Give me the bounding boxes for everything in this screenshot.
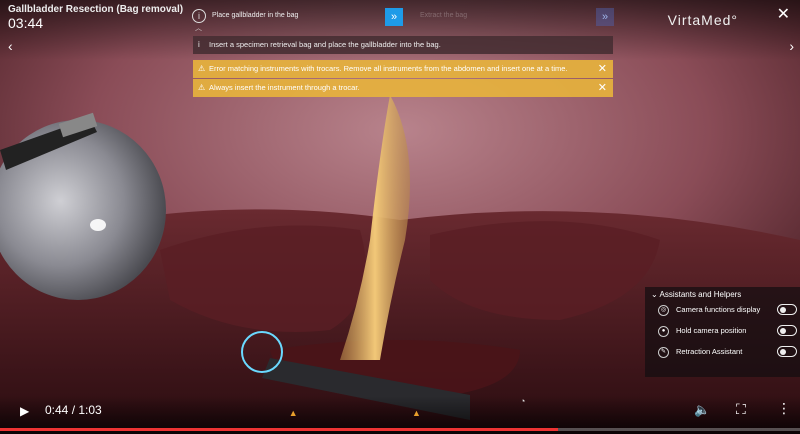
brand-logo: VirtaMed° [667, 12, 738, 28]
info-icon: i [198, 40, 200, 49]
hold-camera-toggle[interactable] [777, 325, 797, 336]
playback-time: 0:44 / 1:03 [45, 403, 102, 417]
warning-icon: ⚠ [198, 83, 206, 92]
lock-icon: ● [658, 326, 669, 337]
chevron-left-icon[interactable]: ‹ [8, 38, 13, 54]
timeline-marker[interactable]: ▲ [289, 408, 298, 418]
warning-icon: ⚠ [198, 64, 206, 73]
skip-step-button[interactable]: » [596, 8, 614, 26]
chevron-right-icon[interactable]: › [789, 38, 794, 54]
chevron-down-icon: ⌄ [651, 290, 658, 299]
next-step-button[interactable]: » [385, 8, 403, 26]
warning-message: ⚠ Always insert the instrument through a… [193, 79, 613, 97]
progress-bar[interactable] [0, 428, 800, 431]
retraction-icon: ✎ [658, 347, 669, 358]
chevron-up-icon[interactable]: ︿ [195, 23, 202, 33]
play-icon[interactable]: ▶ [20, 404, 29, 418]
progress-fill [0, 428, 559, 431]
assistants-panel-title: Assistants and Helpers [659, 290, 742, 299]
camera-functions-toggle[interactable] [777, 304, 797, 315]
assistant-item-hold-camera: ● Hold camera position [658, 324, 800, 338]
fullscreen-icon[interactable]: ⛶ [736, 401, 746, 418]
next-step-label: Extract the bag [420, 12, 468, 19]
close-icon[interactable]: ✕ [598, 79, 607, 97]
assistants-panel: ⌄ Assistants and Helpers ◎ Camera functi… [645, 287, 800, 377]
assistant-item-label: Retraction Assistant [676, 347, 743, 356]
signal-icon: ◔ [520, 396, 526, 406]
exercise-timer: 03:44 [8, 15, 44, 31]
close-icon[interactable]: ✕ [598, 60, 607, 78]
assistants-panel-header[interactable]: ⌄ Assistants and Helpers [651, 290, 741, 299]
volume-icon[interactable]: 🔈 [694, 402, 710, 418]
more-options-icon[interactable]: ⋮ [777, 400, 791, 417]
exercise-title: Gallbladder Resection (Bag removal) [8, 4, 184, 15]
assistant-item-label: Camera functions display [676, 305, 761, 314]
current-step-label: Place gallbladder in the bag [212, 12, 299, 19]
warning-message-text: Error matching instruments with trocars.… [209, 64, 568, 73]
warning-message-text: Always insert the instrument through a t… [209, 83, 360, 92]
close-icon[interactable]: ✕ [777, 4, 790, 24]
warning-message: ⚠ Error matching instruments with trocar… [193, 60, 613, 78]
assistant-item-retraction: ✎ Retraction Assistant [658, 345, 800, 359]
info-message-text: Insert a specimen retrieval bag and plac… [209, 40, 441, 49]
assistant-item-camera-functions: ◎ Camera functions display [658, 303, 800, 317]
info-icon[interactable]: i [192, 9, 206, 23]
assistant-item-label: Hold camera position [676, 326, 747, 335]
timeline-marker[interactable]: ▲ [412, 408, 421, 418]
camera-icon: ◎ [658, 305, 669, 316]
retraction-toggle[interactable] [777, 346, 797, 357]
info-message: i Insert a specimen retrieval bag and pl… [193, 36, 613, 54]
